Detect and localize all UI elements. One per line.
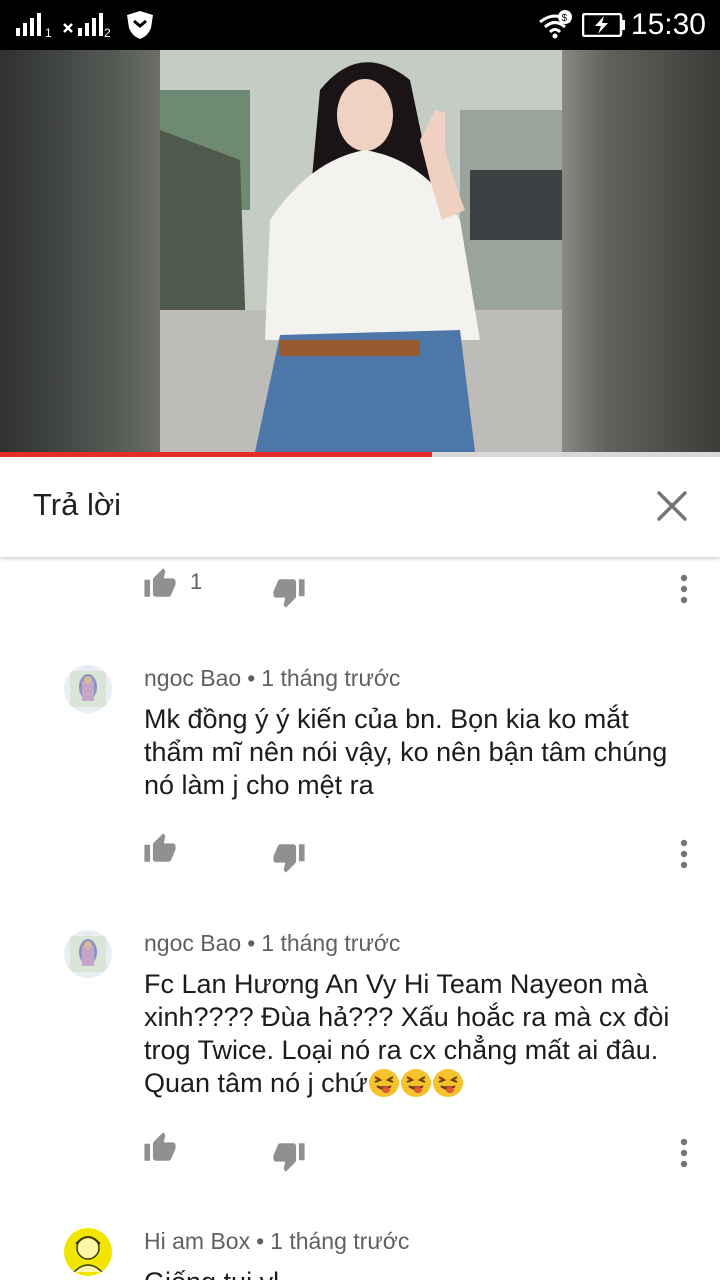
comment-text: Giống tui vl (144, 1266, 689, 1280)
thumb-down-icon[interactable] (272, 575, 306, 609)
comment-time: 1 tháng trước (261, 665, 401, 691)
comment-time: 1 tháng trước (261, 930, 401, 956)
meta-separator: • (247, 665, 256, 691)
comment-author[interactable]: ngoc Bao (144, 930, 241, 956)
thumb-up-icon[interactable] (143, 1131, 177, 1165)
thumb-up-icon[interactable] (143, 567, 177, 601)
comment-actions (0, 832, 720, 882)
close-icon[interactable] (648, 482, 696, 530)
thumb-down-icon[interactable] (272, 1139, 306, 1173)
clock: 15:30 (630, 8, 706, 41)
comment-meta: ngoc Bao • 1 tháng trước (144, 930, 400, 957)
video-frame (160, 50, 562, 452)
comment-meta: ngoc Bao • 1 tháng trước (144, 665, 400, 692)
thumb-down-icon[interactable] (272, 840, 306, 874)
wifi-icon: $ (539, 10, 572, 39)
comment-actions (0, 1131, 720, 1181)
squinting-tongue-face-icon (400, 1069, 431, 1097)
squinting-tongue-face-icon (432, 1069, 463, 1097)
avatar[interactable] (64, 665, 112, 713)
video-blur-left (0, 50, 160, 452)
video-player[interactable] (0, 50, 720, 452)
comment-time: 1 tháng trước (270, 1228, 410, 1254)
no-signal-icon (63, 13, 103, 36)
like-count: 1 (190, 569, 203, 594)
shield-icon (127, 11, 153, 39)
sim2-label: 2 (104, 26, 111, 40)
replies-list[interactable]: 1 ngoc Bao • 1 tháng trước Mk đồng ý ý kiế… (0, 557, 720, 1280)
avatar[interactable] (64, 1228, 112, 1276)
battery-charging-icon (582, 13, 625, 37)
comment-author[interactable]: ngoc Bao (144, 665, 241, 691)
comment-text: Fc Lan Hương An Vy Hi Team Nayeon mà xin… (144, 968, 689, 1100)
more-vert-icon[interactable] (670, 571, 698, 607)
svg-text:$: $ (562, 13, 568, 24)
reply-title: Trả lời (33, 487, 122, 522)
more-vert-icon[interactable] (670, 836, 698, 872)
status-bar: 1 2 $ 15:30 (0, 0, 720, 50)
comment-author[interactable]: Hi am Box (144, 1228, 250, 1254)
thumb-up-icon[interactable] (143, 832, 177, 866)
video-blur-right (560, 50, 720, 452)
avatar[interactable] (64, 930, 112, 978)
meta-separator: • (256, 1228, 265, 1254)
comment-actions: 1 (0, 567, 720, 617)
meta-separator: • (247, 930, 256, 956)
comment-text: Mk đồng ý ý kiến của bn. Bọn kia ko mắt … (144, 704, 668, 800)
comment-meta: Hi am Box • 1 tháng trước (144, 1228, 409, 1255)
squinting-tongue-face-icon (368, 1069, 399, 1097)
more-vert-icon[interactable] (670, 1135, 698, 1171)
reply-header: Trả lời (0, 457, 720, 557)
sim1-label: 1 (45, 26, 52, 40)
